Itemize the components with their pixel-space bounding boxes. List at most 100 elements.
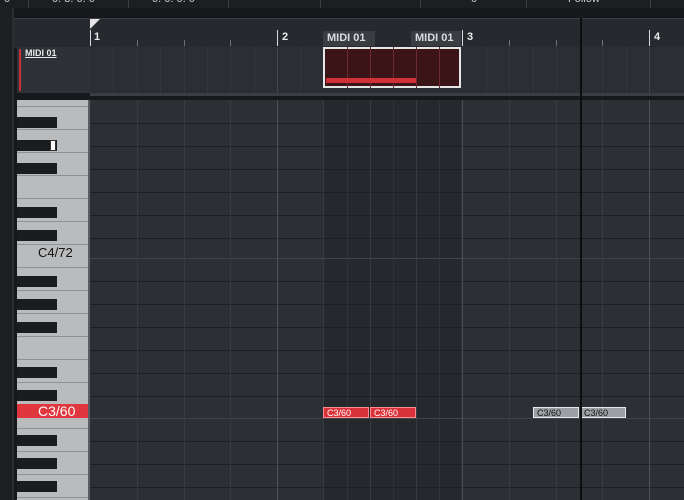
grid-line: [602, 100, 603, 500]
divider[interactable]: [90, 93, 684, 96]
grid-line: [649, 47, 650, 93]
grid-line: [230, 47, 231, 93]
grid-line: [439, 47, 440, 88]
grid-row: [90, 327, 684, 328]
key-divider: [17, 267, 88, 268]
bar-tick: [462, 30, 463, 46]
divider: [420, 0, 421, 8]
bar-number: 1: [94, 31, 101, 43]
black-key[interactable]: [17, 207, 57, 218]
grid-line: [416, 47, 417, 88]
grid-line: [370, 100, 371, 500]
divider: [526, 0, 527, 8]
black-key[interactable]: [17, 117, 57, 128]
grid-row: [90, 464, 684, 465]
beat-tick: [230, 40, 231, 46]
c3-key-label: C3/60: [38, 403, 76, 419]
black-key[interactable]: [17, 163, 57, 174]
bar-number: 3: [467, 31, 474, 43]
black-key[interactable]: [17, 230, 57, 241]
bar-tick: [277, 30, 278, 46]
grid-line: [602, 47, 603, 93]
status-strip: 0 0. 3. 0. 0 0. 0. 0. 0 - - 0 Follow: [0, 0, 684, 8]
key-divider: [17, 359, 88, 360]
grid-row: [90, 373, 684, 374]
status-cell[interactable]: -: [370, 0, 374, 8]
grid-row: [90, 192, 684, 193]
midi-note[interactable]: C3/60: [370, 407, 416, 418]
grid-line: [393, 100, 394, 500]
beat-tick: [556, 40, 557, 46]
grid-row: [90, 123, 684, 124]
divider: [650, 0, 651, 8]
grid-line: [626, 47, 627, 93]
black-key[interactable]: [17, 435, 57, 446]
black-key[interactable]: [17, 458, 57, 469]
midi-note-muted[interactable]: C3/60: [533, 407, 579, 418]
bar-number: 2: [282, 31, 289, 43]
position-display[interactable]: 0. 3. 0. 0: [52, 0, 95, 8]
key-divider: [17, 497, 88, 498]
part-tab[interactable]: MIDI 01: [411, 31, 461, 46]
grid-row: [90, 215, 684, 216]
midi-note-muted[interactable]: C3/60: [580, 407, 626, 418]
status-cell[interactable]: -: [268, 0, 272, 8]
grid-row: [90, 238, 684, 239]
black-key[interactable]: [17, 390, 57, 401]
midi-note[interactable]: C3/60: [323, 407, 369, 418]
grid-line: [184, 47, 185, 93]
key-divider: [17, 175, 88, 176]
grid-line: [277, 47, 278, 93]
cycle-marker-icon[interactable]: [90, 19, 100, 29]
grid-row: [90, 487, 684, 488]
key-divider: [17, 106, 88, 107]
piano-keyboard[interactable]: [17, 100, 88, 500]
grid-line: [207, 47, 208, 93]
length-display[interactable]: 0. 0. 0. 0: [152, 0, 195, 8]
grid-row: [90, 304, 684, 305]
grid-row: [90, 146, 684, 147]
bar-line: [277, 100, 278, 500]
beat-tick: [509, 40, 510, 46]
divider: [320, 0, 321, 8]
key-divider: [17, 336, 88, 337]
part-note-preview: [326, 78, 416, 83]
grid-line: [160, 47, 161, 93]
track-name[interactable]: MIDI 01: [25, 48, 57, 58]
bar-tick: [90, 30, 91, 46]
black-key[interactable]: [17, 299, 57, 310]
divider: [128, 0, 129, 8]
divider: [12, 8, 14, 500]
bar-line: [649, 100, 650, 500]
part-tab[interactable]: MIDI 01: [323, 31, 375, 46]
key-divider: [17, 198, 88, 199]
black-key[interactable]: [17, 481, 57, 492]
grid-row: [90, 396, 684, 397]
grid-row: [90, 350, 684, 351]
octave-line: [90, 258, 684, 259]
grid-line: [230, 100, 231, 500]
grid-line: [486, 47, 487, 93]
bar-tick: [649, 30, 650, 46]
black-key[interactable]: [17, 322, 57, 333]
playhead-cursor[interactable]: [580, 18, 582, 500]
grid-line: [509, 100, 510, 500]
beat-tick: [602, 40, 603, 46]
grid-line: [509, 47, 510, 93]
key-indicator-icon: [50, 140, 56, 151]
c4-key-label: C4/72: [38, 245, 73, 260]
beat-tick: [184, 40, 185, 46]
key-divider: [17, 290, 88, 291]
part-range-highlight: [323, 100, 461, 500]
grid-line: [113, 47, 114, 93]
black-key[interactable]: [17, 367, 57, 378]
status-cell[interactable]: 0: [471, 0, 477, 8]
key-divider: [17, 451, 88, 452]
track-color-strip: [19, 49, 21, 91]
black-key[interactable]: [17, 276, 57, 287]
follow-button[interactable]: Follow: [568, 0, 600, 8]
key-divider: [17, 382, 88, 383]
key-divider: [17, 152, 88, 153]
key-divider: [17, 221, 88, 222]
grid-line: [184, 100, 185, 500]
